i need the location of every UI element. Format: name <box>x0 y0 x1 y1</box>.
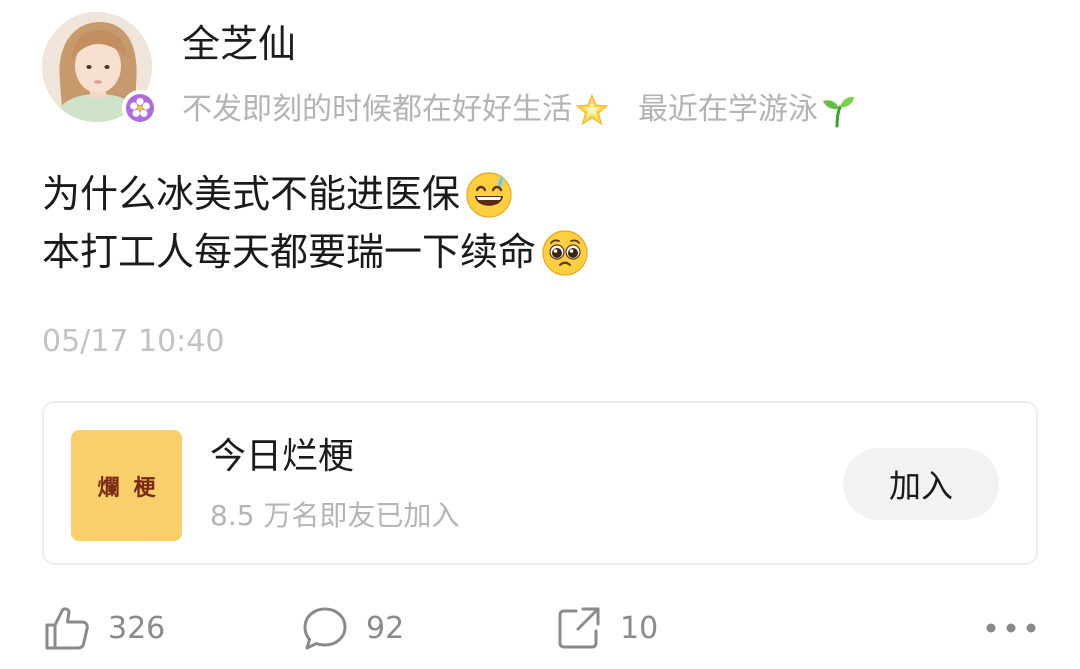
user-bio: 不发即刻的时候都在好好生活 最近在学游泳 <box>182 90 856 130</box>
group-member-count: 8.5 万名即友已加入 <box>210 499 460 532</box>
pleading-face-emoji <box>540 227 590 277</box>
post-line-1: 为什么冰美式不能进医保 <box>42 165 590 223</box>
share-count: 10 <box>620 610 659 646</box>
verified-flower-badge-icon <box>126 94 154 122</box>
share-icon <box>558 607 600 649</box>
group-thumbnail: 爛梗 <box>71 430 182 541</box>
post-line-2-text: 本打工人每天都要瑞一下续命 <box>42 230 537 274</box>
post-line-1-text: 为什么冰美式不能进医保 <box>42 172 461 216</box>
seedling-icon <box>820 92 856 128</box>
comment-button[interactable]: 92 <box>300 600 404 656</box>
group-name: 今日烂梗 <box>210 436 355 477</box>
like-count: 326 <box>108 610 166 646</box>
like-button[interactable]: 326 <box>42 600 165 656</box>
share-button[interactable]: 10 <box>554 600 658 656</box>
user-name[interactable]: 全芝仙 <box>182 22 296 66</box>
bio-text-1: 不发即刻的时候都在好好生活 <box>182 92 572 127</box>
post-timestamp: 05/17 10:40 <box>42 324 225 359</box>
grinning-sweat-emoji <box>464 169 514 219</box>
more-options-button[interactable] <box>984 600 1038 656</box>
comment-bubble-icon <box>303 607 347 650</box>
post-header: 全芝仙 不发即刻的时候都在好好生活 最近在学游泳 <box>42 12 1042 128</box>
group-card[interactable]: 爛梗 今日烂梗 8.5 万名即友已加入 加入 <box>42 401 1038 565</box>
more-dots-icon <box>986 623 1036 633</box>
post-line-2: 本打工人每天都要瑞一下续命 <box>42 223 590 281</box>
comment-count: 92 <box>366 610 405 646</box>
join-group-button[interactable]: 加入 <box>843 448 999 520</box>
bio-text-2: 最近在学游泳 <box>638 92 818 127</box>
group-thumbnail-text: 爛梗 <box>97 474 170 501</box>
glowing-star-icon <box>574 92 610 128</box>
post-content: 为什么冰美式不能进医保 本打工人每天都要瑞一下续命 <box>42 165 590 281</box>
thumbs-up-icon <box>45 607 89 650</box>
verified-badge <box>122 90 158 126</box>
post-action-bar: 326 92 10 <box>42 600 1038 656</box>
